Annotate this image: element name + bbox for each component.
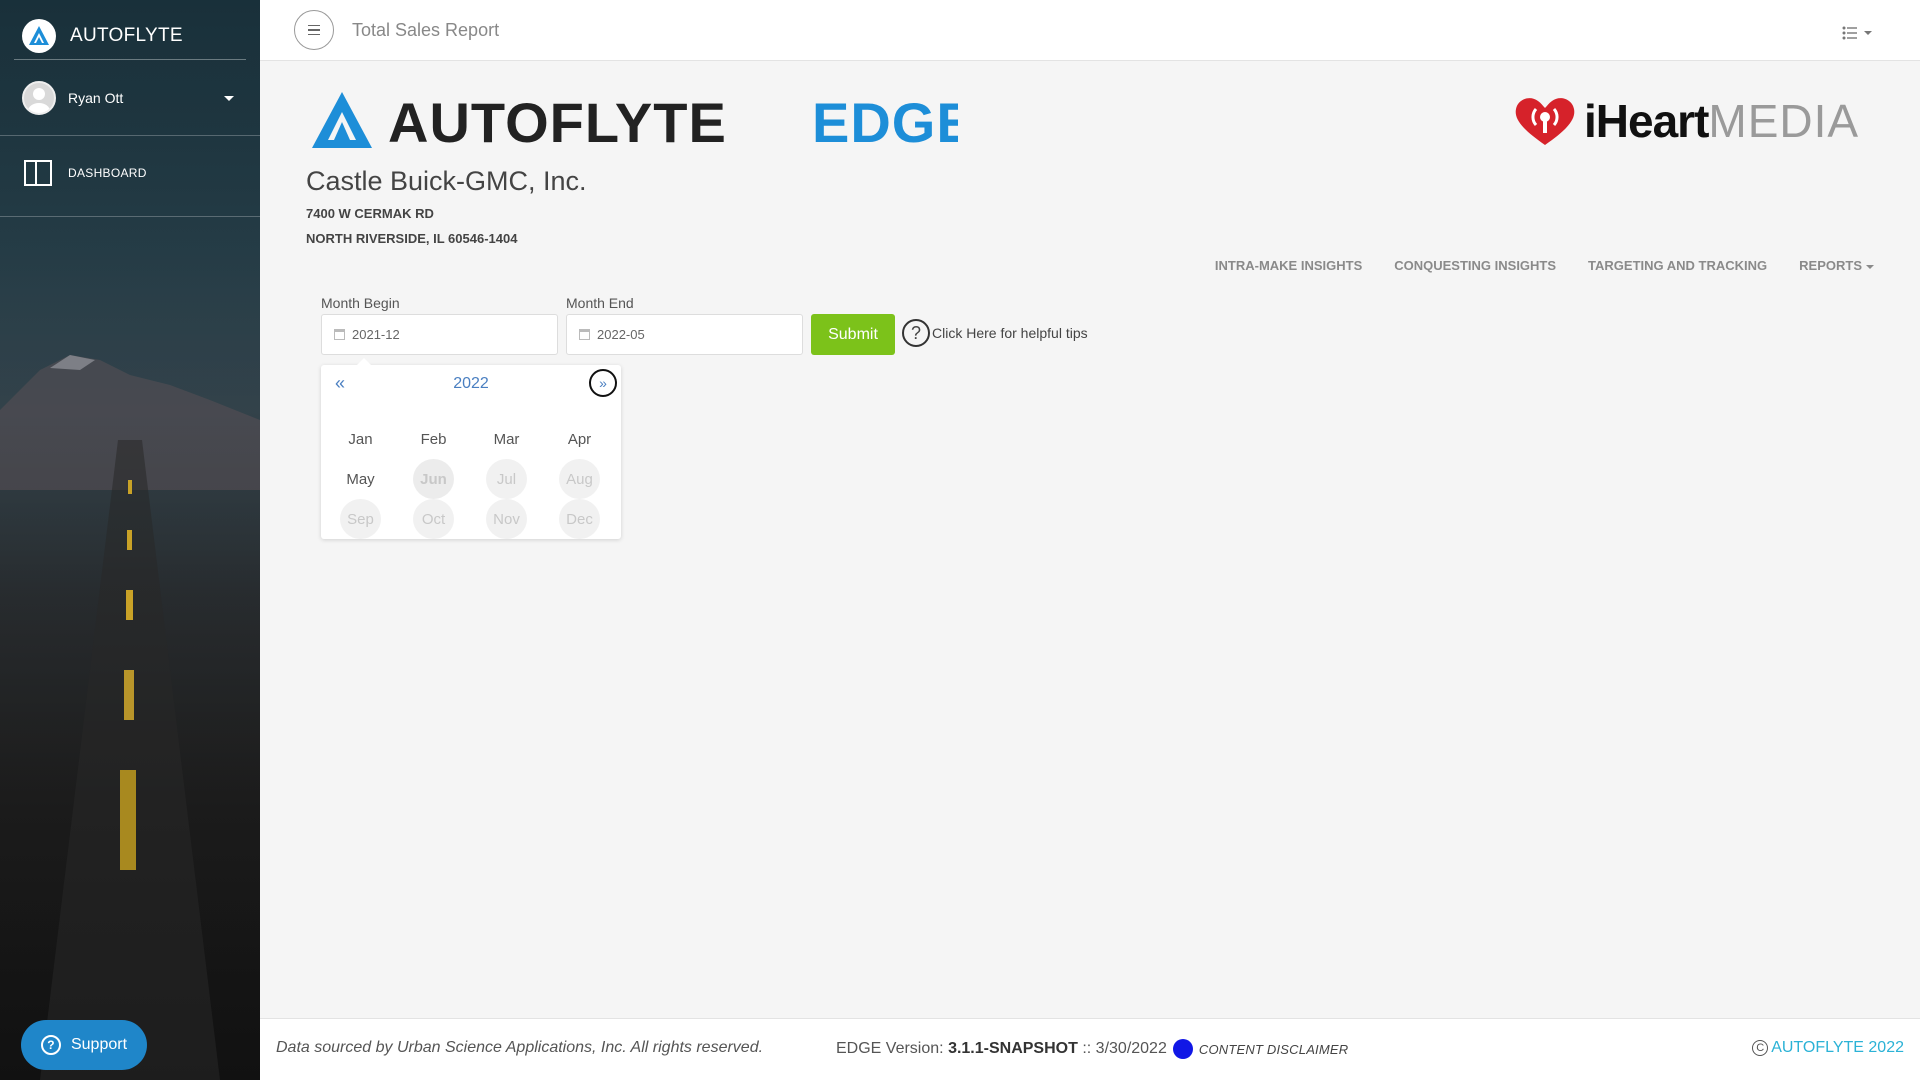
copyright[interactable]: C AUTOFLYTE 2022 <box>1752 1039 1904 1057</box>
sidebar-divider <box>0 135 260 136</box>
autoflyte-logo-icon <box>22 18 56 53</box>
nav-targeting-and-tracking[interactable]: TARGETING AND TRACKING <box>1588 258 1767 273</box>
month-begin-value: 2021-12 <box>352 327 400 342</box>
submit-button[interactable]: Submit <box>811 314 895 355</box>
month-begin-input[interactable]: 2021-12 <box>321 314 558 355</box>
month-mar[interactable]: Mar <box>486 419 527 459</box>
question-circle-icon: ? <box>40 1035 61 1055</box>
data-source-text: Data sourced by Urban Science Applicatio… <box>276 1039 764 1056</box>
month-feb[interactable]: Feb <box>413 419 454 459</box>
logo-text-accent: EDGE <box>812 91 958 154</box>
logo-text-main: AUTOFLYTE <box>388 91 727 154</box>
user-menu[interactable]: Ryan Ott <box>14 76 246 120</box>
company-name: Castle Buick-GMC, Inc. <box>306 166 587 196</box>
content-disclaimer-link[interactable]: CONTENT DISCLAIMER <box>1199 1042 1349 1057</box>
road-background <box>40 440 220 1080</box>
iheart-heart-icon <box>1515 98 1575 145</box>
list-icon <box>1842 26 1857 40</box>
month-begin-label: Month Begin <box>321 295 400 311</box>
view-options-button[interactable] <box>1842 26 1872 40</box>
month-jun: Jun <box>413 459 454 499</box>
month-picker: « 2022 » Jan Feb Mar Apr May Jun Jul Aug… <box>321 358 621 539</box>
footer: Data sourced by Urban Science Applicatio… <box>260 1018 1920 1080</box>
version-info: EDGE Version: 3.1.1-SNAPSHOT :: 3/30/202… <box>836 1039 1348 1059</box>
dashboard-columns-icon <box>24 160 52 186</box>
month-dec: Dec <box>559 499 600 539</box>
next-year-button[interactable]: » <box>589 369 617 397</box>
nav-reports-dropdown[interactable]: REPORTS <box>1799 258 1874 273</box>
sidebar-divider <box>0 216 260 217</box>
caret-down-icon <box>224 95 234 101</box>
sidebar-item-label: DASHBOARD <box>68 166 147 180</box>
help-text: Click Here for helpful tips <box>932 325 1088 341</box>
month-grid: Jan Feb Mar Apr May Jun Jul Aug Sep Oct … <box>340 419 600 539</box>
version-value: 3.1.1-SNAPSHOT <box>948 1040 1078 1057</box>
address-line-1: 7400 W CERMAK RD <box>306 206 434 221</box>
page-title: Total Sales Report <box>352 20 500 40</box>
month-end-label: Month End <box>566 295 634 311</box>
month-jul: Jul <box>486 459 527 499</box>
address-line-2: NORTH RIVERSIDE, IL 60546-1404 <box>306 231 518 246</box>
month-may[interactable]: May <box>340 459 381 499</box>
avatar <box>22 81 56 115</box>
calendar-icon <box>334 329 345 340</box>
month-oct: Oct <box>413 499 454 539</box>
hamburger-menu-button[interactable] <box>294 10 334 50</box>
version-label: EDGE Version: <box>836 1040 944 1057</box>
month-aug: Aug <box>559 459 600 499</box>
caret-down-icon <box>1864 31 1872 35</box>
sidebar-brand[interactable]: AUTOFLYTE <box>14 12 246 60</box>
help-tips-link[interactable]: ? Click Here for helpful tips <box>902 319 1088 347</box>
month-sep: Sep <box>340 499 381 539</box>
nav-intra-make-insights[interactable]: INTRA-MAKE INSIGHTS <box>1215 258 1362 273</box>
month-end-value: 2022-05 <box>597 327 645 342</box>
question-circle-icon: ? <box>902 319 930 347</box>
month-apr[interactable]: Apr <box>559 419 600 459</box>
month-jan[interactable]: Jan <box>340 419 381 459</box>
version-separator: :: <box>1082 1040 1092 1057</box>
month-end-input[interactable]: 2022-05 <box>566 314 803 355</box>
brand-name: AUTOFLYTE <box>70 24 183 46</box>
autoflyte-edge-logo: AUTOFLYTE EDGE <box>308 88 974 159</box>
support-button[interactable]: ? Support <box>21 1020 147 1070</box>
nav-conquesting-insights[interactable]: CONQUESTING INSIGHTS <box>1394 258 1556 273</box>
picker-year[interactable]: 2022 <box>321 375 621 393</box>
partner-logo-light: MEDIA <box>1708 95 1860 147</box>
sidebar: AUTOFLYTE Ryan Ott DASHBOARD ? Support <box>0 0 260 1080</box>
copyright-icon: C <box>1752 1040 1769 1056</box>
calendar-icon <box>579 329 590 340</box>
user-name: Ryan Ott <box>68 90 124 106</box>
report-nav: INTRA-MAKE INSIGHTS CONQUESTING INSIGHTS… <box>1215 258 1874 273</box>
copyright-text: AUTOFLYTE 2022 <box>1771 1039 1904 1056</box>
month-nov: Nov <box>486 499 527 539</box>
status-dot <box>1172 1039 1193 1059</box>
partner-logo-bold: iHeart <box>1584 95 1709 147</box>
iheartmedia-logo: iHeart MEDIA <box>1512 94 1859 148</box>
version-date: 3/30/2022 <box>1095 1040 1167 1057</box>
topbar: Total Sales Report <box>260 0 1920 61</box>
sidebar-item-dashboard[interactable]: DASHBOARD <box>24 160 147 186</box>
support-label: Support <box>70 1036 128 1053</box>
